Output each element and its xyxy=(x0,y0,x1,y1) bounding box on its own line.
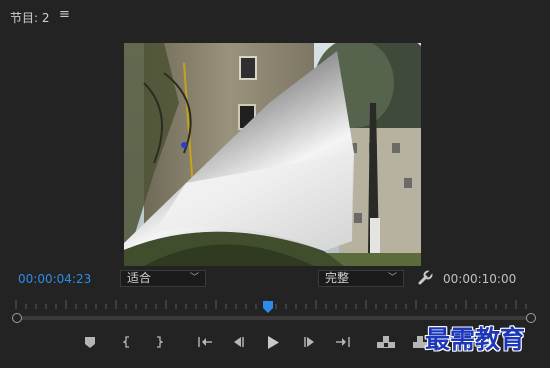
step-back-icon xyxy=(234,337,244,347)
hamburger-menu-icon[interactable]: ≡ xyxy=(59,7,70,22)
panel-header xyxy=(0,0,550,34)
scroll-left-handle[interactable] xyxy=(12,313,22,323)
fit-zoom-value: 适合 xyxy=(127,271,152,285)
mark-in-icon xyxy=(123,336,129,348)
chevron-down-icon: ﹀ xyxy=(189,273,199,283)
go-to-in-button[interactable] xyxy=(195,333,215,351)
scroll-right-handle[interactable] xyxy=(526,313,536,323)
program-monitor-preview[interactable] xyxy=(124,43,421,266)
play-icon xyxy=(268,335,279,349)
play-button[interactable] xyxy=(263,333,283,351)
go-to-in-icon xyxy=(198,337,212,347)
video-frame xyxy=(124,43,421,266)
playback-resolution-select[interactable]: 完整 ﹀ xyxy=(318,270,404,287)
mark-out-button[interactable] xyxy=(149,333,169,351)
step-forward-button[interactable] xyxy=(299,333,319,351)
fit-zoom-select[interactable]: 适合 ﹀ xyxy=(120,270,206,287)
playhead-marker[interactable] xyxy=(263,298,274,313)
watermark-text: 最需教育 xyxy=(425,325,526,354)
step-forward-icon xyxy=(304,337,314,347)
playback-resolution-value: 完整 xyxy=(325,271,350,285)
wrench-icon[interactable] xyxy=(417,270,433,286)
mark-out-icon xyxy=(157,336,163,348)
current-timecode[interactable]: 00:00:04:23 xyxy=(18,272,91,286)
go-to-out-button[interactable] xyxy=(333,333,353,351)
panel-title[interactable]: 节目: 2 xyxy=(10,9,50,26)
add-marker-button[interactable] xyxy=(80,333,100,351)
add-marker-icon xyxy=(85,336,95,348)
chevron-down-icon: ﹀ xyxy=(387,273,397,283)
mark-in-button[interactable] xyxy=(117,333,137,351)
total-duration-timecode: 00:00:10:00 xyxy=(443,272,517,286)
go-to-out-icon xyxy=(336,337,350,347)
lift-button[interactable] xyxy=(376,333,396,351)
step-back-button[interactable] xyxy=(229,333,249,351)
lift-icon xyxy=(377,336,395,348)
